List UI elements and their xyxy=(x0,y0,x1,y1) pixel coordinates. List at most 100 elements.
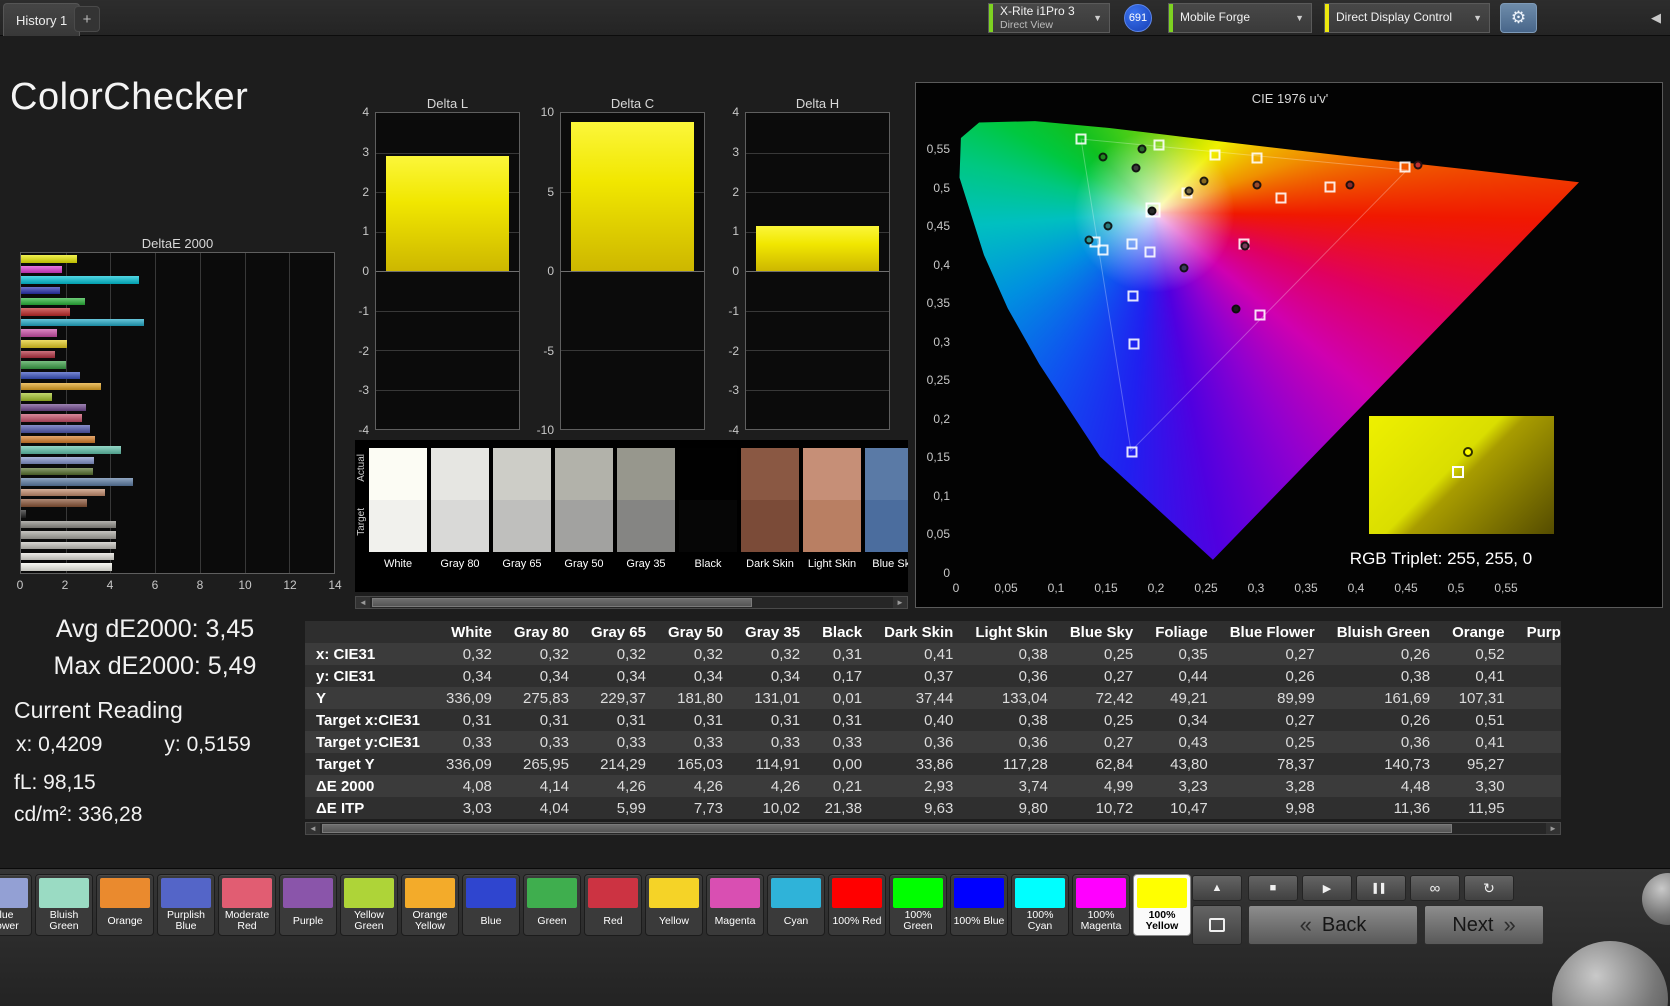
results-table-cell: 0,36 xyxy=(964,731,1059,753)
deltae-bar xyxy=(21,287,60,295)
deltae-plot xyxy=(20,252,335,574)
patch-100-blue[interactable]: 100% Blue xyxy=(950,874,1008,936)
patch-blue-flower[interactable]: Blue Flower xyxy=(0,874,32,936)
results-table-cell: 4,99 xyxy=(1059,775,1144,797)
deltae-bar-row-gray-80 xyxy=(21,553,334,561)
page-up-button[interactable]: ▲ xyxy=(1192,875,1242,901)
results-table-row: ΔE 20004,084,144,264,264,260,212,933,744… xyxy=(305,775,1561,797)
display-control-dropdown[interactable]: Direct Display Control ▼ xyxy=(1324,3,1490,33)
swatch-gray-65[interactable]: Gray 65 xyxy=(493,448,551,576)
back-button[interactable]: « Back xyxy=(1248,905,1418,945)
results-table-cell: 0,33 xyxy=(734,731,811,753)
results-table-cell: 0,31 xyxy=(657,709,734,731)
swatch-actual-color xyxy=(493,448,551,500)
patch-yellow-green[interactable]: Yellow Green xyxy=(340,874,398,936)
cie-measured-dot xyxy=(1185,187,1194,196)
deltae-bar-row-green xyxy=(21,361,334,369)
swatch-light-skin[interactable]: Light Skin xyxy=(803,448,861,576)
patch-label: Bluish Green xyxy=(36,909,92,933)
patch-red[interactable]: Red xyxy=(584,874,642,936)
scroll-left-arrow[interactable]: ◄ xyxy=(306,823,320,834)
swatch-gray-35[interactable]: Gray 35 xyxy=(617,448,675,576)
delta-h-ticks: 43210-1-2-3-4 xyxy=(717,112,743,430)
patch-moderate-red[interactable]: Moderate Red xyxy=(218,874,276,936)
results-table-cell: 0,35 xyxy=(1144,643,1219,665)
results-table-column-header: Light Skin xyxy=(964,621,1059,643)
table-scrollbar[interactable]: ◄ ► xyxy=(305,822,1561,835)
meter-dropdown[interactable]: X-Rite i1Pro 3 Direct View ▼ xyxy=(988,3,1110,33)
results-table-cell: 0,26 xyxy=(1326,643,1441,665)
patch-yellow[interactable]: Yellow xyxy=(645,874,703,936)
scroll-right-arrow[interactable]: ► xyxy=(893,597,907,608)
patch-purplish-blue[interactable]: Purplish Blue xyxy=(157,874,215,936)
pause-button[interactable]: ▌▌ xyxy=(1356,875,1406,901)
tab-history-1[interactable]: History 1 xyxy=(3,3,80,36)
results-table-cell: 0,43 xyxy=(1144,731,1219,753)
deltae-bar-row-orange-yellow xyxy=(21,383,334,391)
patch-color-swatch xyxy=(527,878,577,908)
actual-axis-label: Actual xyxy=(356,454,367,482)
scroll-right-arrow[interactable]: ► xyxy=(1546,823,1560,834)
new-tab-button[interactable]: + xyxy=(74,6,100,32)
swatch-scrollbar[interactable]: ◄ ► xyxy=(355,596,908,609)
patch-orange[interactable]: Orange xyxy=(96,874,154,936)
cie-plot xyxy=(956,117,1656,573)
deltae-xlabels: 02468101214 xyxy=(20,578,335,592)
results-table-cell: 0,31 xyxy=(811,709,873,731)
cie-target-square xyxy=(1154,140,1165,151)
patch-cyan[interactable]: Cyan xyxy=(767,874,825,936)
patch-bluish-green[interactable]: Bluish Green xyxy=(35,874,93,936)
source-dropdown[interactable]: Mobile Forge ▼ xyxy=(1168,3,1312,33)
patch-color-swatch xyxy=(649,878,699,908)
patch-100-cyan[interactable]: 100% Cyan xyxy=(1011,874,1069,936)
cie-target-square xyxy=(1210,150,1221,161)
swatch-scrollbar-thumb[interactable] xyxy=(372,598,752,607)
patch-green[interactable]: Green xyxy=(523,874,581,936)
results-table-cell: 95,27 xyxy=(1441,753,1516,775)
play-button[interactable]: ▶ xyxy=(1302,875,1352,901)
patch-100-yellow[interactable]: 100% Yellow xyxy=(1133,874,1191,936)
patch-purple[interactable]: Purple xyxy=(279,874,337,936)
results-table-column-header: Orange xyxy=(1441,621,1516,643)
delta-l-tick-label: -1 xyxy=(358,304,369,318)
results-table-column-header: Gray 80 xyxy=(503,621,580,643)
patch-100-green[interactable]: 100% Green xyxy=(889,874,947,936)
cie-y-tick-label: 0,25 xyxy=(916,373,950,387)
swatch-black[interactable]: Black xyxy=(679,448,737,576)
settings-button[interactable]: ⚙ xyxy=(1500,3,1537,33)
cie-target-square xyxy=(1252,153,1263,164)
refresh-button[interactable]: ↻ xyxy=(1464,875,1514,901)
collapse-panel-button[interactable]: ◀ xyxy=(1646,8,1666,28)
stop-button[interactable]: ■ xyxy=(1248,875,1298,901)
cie-measured-dot xyxy=(1241,242,1250,251)
results-table-cell: 181,80 xyxy=(657,687,734,709)
swatch-gray-80[interactable]: Gray 80 xyxy=(431,448,489,576)
max-de2000: Max dE2000: 5,49 xyxy=(10,652,300,681)
cie-target-square xyxy=(1255,309,1266,320)
rgb-triplet-label: RGB Triplet: 255, 255, 0 xyxy=(1321,549,1561,569)
results-table-cell: 0,25 xyxy=(1059,643,1144,665)
patch-orange-yellow[interactable]: Orange Yellow xyxy=(401,874,459,936)
scroll-left-arrow[interactable]: ◄ xyxy=(356,597,370,608)
patch-color-swatch xyxy=(100,878,150,908)
cie-measured-dot xyxy=(1414,161,1423,170)
patch-label: Yellow Green xyxy=(341,909,397,933)
loop-button[interactable]: ∞ xyxy=(1410,875,1460,901)
swatch-dark-skin[interactable]: Dark Skin xyxy=(741,448,799,576)
patch-blue[interactable]: Blue xyxy=(462,874,520,936)
results-table-cell: 0,20 xyxy=(1516,665,1561,687)
patch-100-red[interactable]: 100% Red xyxy=(828,874,886,936)
layout-button[interactable] xyxy=(1192,905,1242,945)
next-button[interactable]: Next » xyxy=(1424,905,1544,945)
swatch-gray-50[interactable]: Gray 50 xyxy=(555,448,613,576)
patch-magenta[interactable]: Magenta xyxy=(706,874,764,936)
deltae-bar xyxy=(21,276,139,284)
patch-100-magenta[interactable]: 100% Magenta xyxy=(1072,874,1130,936)
swatch-panel: Actual Target WhiteGray 80Gray 65Gray 50… xyxy=(355,440,908,592)
swatch-blue-sky[interactable]: Blue Sky xyxy=(865,448,908,576)
swatch-white[interactable]: White xyxy=(369,448,427,576)
delta-c-tick-label: -10 xyxy=(537,423,554,437)
patch-color-swatch xyxy=(1015,878,1065,908)
table-scrollbar-thumb[interactable] xyxy=(322,824,1452,833)
patch-color-swatch xyxy=(222,878,272,908)
